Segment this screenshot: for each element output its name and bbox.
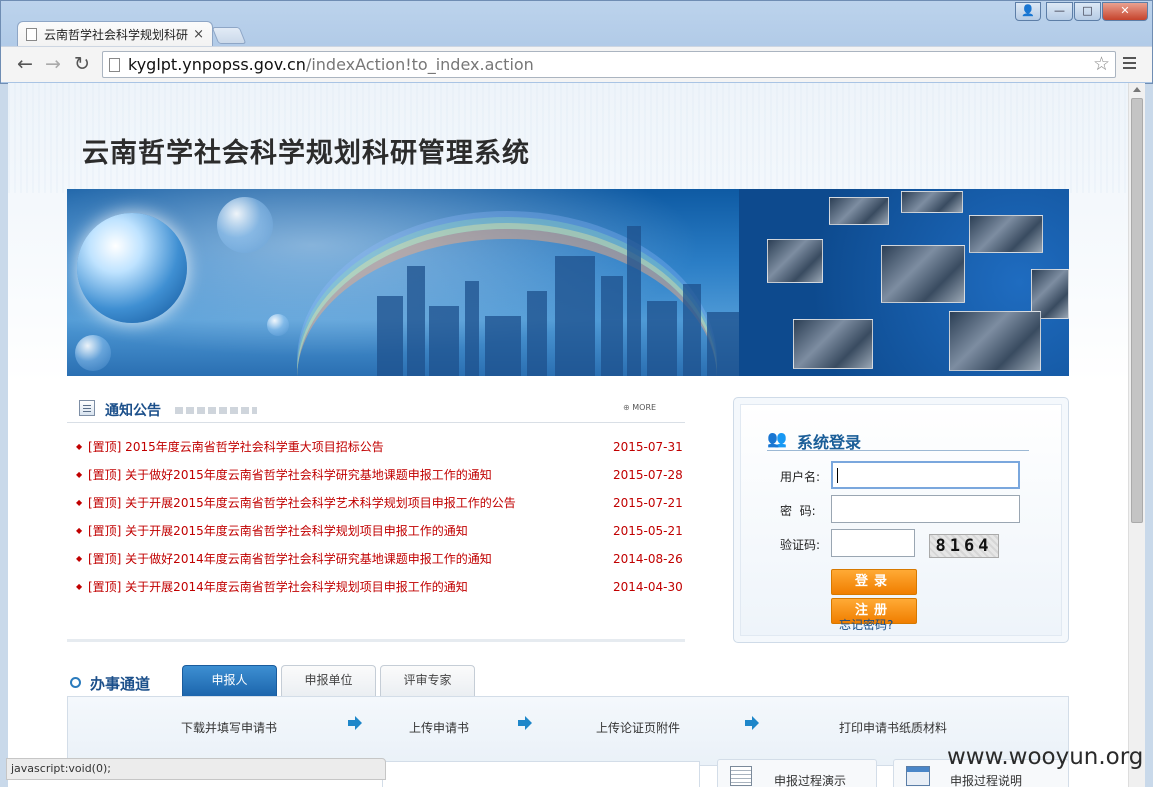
- lower-panel: [382, 761, 700, 787]
- notice-item[interactable]: ◆ [置顶] 关于开展2015年度云南省哲学社会科学艺术科学规划项目申报工作的公告…: [67, 489, 685, 517]
- diamond-bullet-icon: ◆: [76, 582, 83, 591]
- browser-chrome: 云南哲学社会科学规划科研 × 👤 — □ ✕ ← → ↻ kyglpt.ynpo…: [0, 0, 1153, 84]
- new-tab-button[interactable]: [211, 27, 247, 44]
- demo-card-label: 申报过程演示: [774, 774, 847, 787]
- globe-icon: [77, 213, 187, 323]
- url-host: kyglpt.ynpopss.gov.cn: [128, 55, 306, 74]
- login-header: 👥 系统登录: [767, 427, 1029, 452]
- password-label: 密 码:: [780, 504, 816, 518]
- url-path: /indexAction!to_index.action: [305, 55, 534, 74]
- notice-item[interactable]: ◆ [置顶] 关于做好2014年度云南省哲学社会科学研究基地课题申报工作的通知 20…: [67, 545, 685, 573]
- step-print[interactable]: 打印申请书纸质材料: [839, 719, 947, 736]
- login-button[interactable]: 登录: [831, 569, 917, 595]
- step-upload-application[interactable]: 上传申请书: [409, 719, 469, 736]
- login-panel: 👥 系统登录 用户名: 密 码: 验证码: 8164 登录 注册 忘记密码?: [733, 397, 1069, 643]
- captcha-image[interactable]: 8164: [929, 534, 999, 558]
- decorative-dots: [175, 407, 257, 414]
- more-link[interactable]: MORE: [623, 403, 656, 412]
- forward-icon[interactable]: →: [45, 53, 61, 75]
- notice-title[interactable]: [置顶] 关于开展2015年度云南省哲学社会科学规划项目申报工作的通知: [88, 517, 468, 545]
- page-icon: [26, 28, 37, 41]
- scroll-thumb[interactable]: [1131, 98, 1143, 523]
- arrow-right-icon: [745, 715, 759, 731]
- tab-applicant-unit[interactable]: 申报单位: [281, 665, 376, 697]
- arrow-right-icon: [348, 715, 362, 731]
- diamond-bullet-icon: ◆: [76, 470, 83, 479]
- step-download[interactable]: 下载并填写申请书: [181, 719, 277, 736]
- users-icon: 👥: [767, 429, 787, 448]
- address-bar[interactable]: kyglpt.ynpopss.gov.cn /indexAction!to_in…: [102, 51, 1116, 78]
- scroll-up-icon[interactable]: [1133, 87, 1141, 92]
- window-close-button[interactable]: ✕: [1102, 2, 1148, 21]
- notice-list: ◆ [置顶] 2015年度云南省哲学社会科学重大项目招标公告 2015-07-31 ◆…: [67, 433, 685, 601]
- notice-heading: 通知公告: [105, 403, 161, 419]
- watermark: www.wooyun.org: [947, 744, 1144, 770]
- notice-title[interactable]: [置顶] 关于开展2015年度云南省哲学社会科学艺术科学规划项目申报工作的公告: [88, 489, 516, 517]
- site-title: 云南哲学社会科学规划科研管理系统: [82, 138, 530, 169]
- diamond-bullet-icon: ◆: [76, 526, 83, 535]
- reload-icon[interactable]: ↻: [74, 53, 90, 75]
- guide-card-label: 申报过程说明: [950, 774, 1023, 787]
- notice-date: 2015-07-28: [613, 468, 683, 482]
- diamond-bullet-icon: ◆: [76, 554, 83, 563]
- browser-tab[interactable]: 云南哲学社会科学规划科研 ×: [17, 21, 213, 47]
- captcha-input[interactable]: [831, 529, 915, 557]
- banner-image: [67, 189, 1069, 376]
- notice-header: 通知公告 MORE: [67, 393, 685, 423]
- process-steps: 下载并填写申请书 上传申请书 上传论证页附件 打印申请书纸质材料: [67, 696, 1069, 766]
- back-icon[interactable]: ←: [17, 53, 33, 75]
- notice-date: 2014-08-26: [613, 552, 683, 566]
- photo-collage: [739, 189, 1069, 376]
- notice-item[interactable]: ◆ [置顶] 关于开展2015年度云南省哲学社会科学规划项目申报工作的通知 2015…: [67, 517, 685, 545]
- notice-title[interactable]: [置顶] 2015年度云南省哲学社会科学重大项目招标公告: [88, 433, 384, 461]
- password-input[interactable]: [831, 495, 1020, 523]
- diamond-bullet-icon: ◆: [76, 498, 83, 507]
- page-info-icon: [109, 57, 120, 72]
- notice-date: 2014-04-30: [613, 580, 683, 594]
- service-heading: 办事通道: [90, 675, 151, 693]
- user-icon[interactable]: 👤: [1015, 2, 1041, 21]
- arrow-right-icon: [518, 715, 532, 731]
- tab-close-icon[interactable]: ×: [193, 27, 204, 42]
- browser-toolbar: ← → ↻ kyglpt.ynpopss.gov.cn /indexAction…: [1, 46, 1152, 82]
- notice-title[interactable]: [置顶] 关于做好2015年度云南省哲学社会科学研究基地课题申报工作的通知: [88, 461, 492, 489]
- bookmark-star-icon[interactable]: ☆: [1093, 53, 1110, 75]
- tab-applicant[interactable]: 申报人: [182, 665, 277, 697]
- vertical-scrollbar[interactable]: [1128, 83, 1145, 787]
- diamond-bullet-icon: ◆: [76, 442, 83, 451]
- notice-title[interactable]: [置顶] 关于开展2014年度云南省哲学社会科学规划项目申报工作的通知: [88, 573, 468, 601]
- notice-item[interactable]: ◆ [置顶] 关于做好2015年度云南省哲学社会科学研究基地课题申报工作的通知 20…: [67, 461, 685, 489]
- browser-menu-icon[interactable]: [1123, 57, 1136, 72]
- notice-date: 2015-07-21: [613, 496, 683, 510]
- username-label: 用户名:: [780, 470, 821, 484]
- notice-date: 2015-05-21: [613, 524, 683, 538]
- circle-bullet-icon: [70, 677, 81, 688]
- captcha-label: 验证码:: [780, 538, 821, 552]
- login-heading: 系统登录: [797, 433, 862, 452]
- username-input[interactable]: [831, 461, 1020, 489]
- notice-list-icon: [79, 400, 95, 416]
- document-icon: [730, 766, 752, 786]
- tab-review-expert[interactable]: 评审专家: [380, 665, 475, 697]
- tab-title: 云南哲学社会科学规划科研: [44, 28, 189, 42]
- maximize-button[interactable]: □: [1074, 2, 1101, 21]
- divider: [67, 639, 685, 642]
- notice-item[interactable]: ◆ [置顶] 2015年度云南省哲学社会科学重大项目招标公告 2015-07-31: [67, 433, 685, 461]
- forgot-password-link[interactable]: 忘记密码?: [839, 616, 893, 633]
- minimize-button[interactable]: —: [1046, 2, 1073, 21]
- window-icon: [906, 766, 930, 786]
- notice-date: 2015-07-31: [613, 440, 683, 454]
- status-bar: javascript:void(0);: [6, 758, 386, 780]
- step-upload-attachment[interactable]: 上传论证页附件: [596, 719, 680, 736]
- page-viewport: 云南哲学社会科学规划科研管理系统 通知公告 ⊕ MORE ◆ [置顶] 2015…: [8, 83, 1128, 787]
- notice-item[interactable]: ◆ [置顶] 关于开展2014年度云南省哲学社会科学规划项目申报工作的通知 2014…: [67, 573, 685, 601]
- notice-title[interactable]: [置顶] 关于做好2014年度云南省哲学社会科学研究基地课题申报工作的通知: [88, 545, 492, 573]
- demo-card[interactable]: 申报过程演示: [717, 759, 877, 787]
